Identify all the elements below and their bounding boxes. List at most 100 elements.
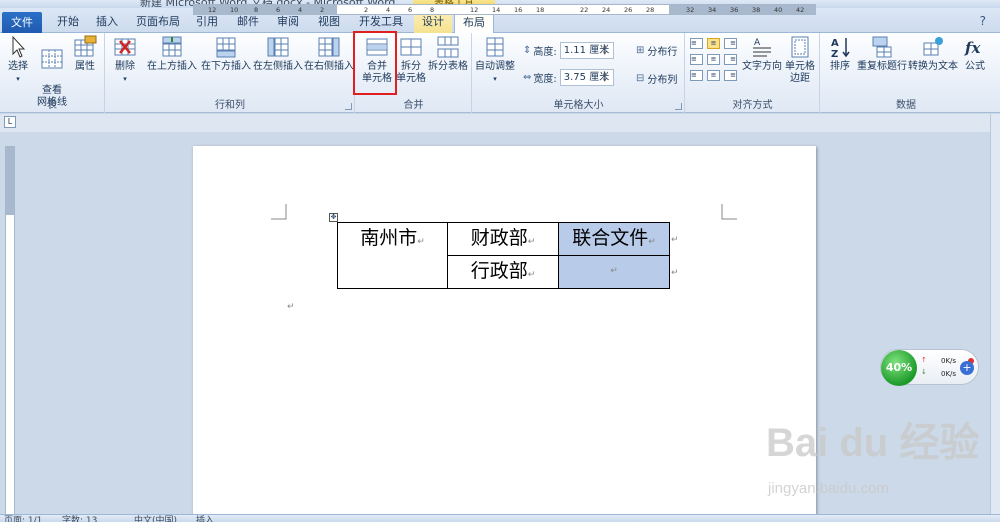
delete-button[interactable]: 删除 ▾ xyxy=(110,35,140,85)
merge-cells-highlight xyxy=(353,31,397,95)
upload-arrow-icon: ↑ xyxy=(921,356,927,364)
row-end-mark: ↵ xyxy=(671,235,679,245)
select-button[interactable]: 选择 ▾ xyxy=(4,35,32,85)
convert-to-text-button[interactable]: 转换为文本 xyxy=(907,35,959,73)
ribbon: 选择 ▾ 查看 网格线 属性 表 删除 ▾ 在上方插入 在下方插入 在左侧插入 … xyxy=(0,33,1000,113)
baidu-watermark: Bai du 经验 xyxy=(766,421,980,465)
download-arrow-icon: ↓ xyxy=(921,368,927,376)
repeat-header-icon xyxy=(872,36,892,58)
align-bottom-left-icon[interactable]: ≡ xyxy=(690,70,703,81)
delete-table-icon xyxy=(114,38,136,56)
table-cell-r1c3[interactable]: 联合文件↵ xyxy=(558,222,670,256)
cell-margins-button[interactable]: 单元格 边距 xyxy=(782,35,818,85)
convert-to-text-icon xyxy=(923,37,943,56)
tab-file[interactable]: 文件 xyxy=(2,12,42,33)
ruler-area xyxy=(0,114,1000,132)
insert-row-below-icon xyxy=(216,37,236,58)
formula-fx-icon: fx xyxy=(964,39,981,57)
align-middle-center-icon[interactable]: ≡ xyxy=(707,54,720,65)
svg-text:A: A xyxy=(754,38,761,48)
tab-home[interactable]: 开始 xyxy=(52,11,84,33)
tab-page-layout[interactable]: 页面布局 xyxy=(132,11,184,33)
row-height-icon: ⇕ xyxy=(523,45,532,56)
tab-selector[interactable]: L xyxy=(4,116,16,128)
group-label-table: 表 xyxy=(47,100,57,111)
speed-widget-expand-button[interactable]: + xyxy=(960,361,974,375)
split-table-icon xyxy=(437,36,459,58)
split-cells-button[interactable]: 拆分 单元格 xyxy=(396,35,426,85)
document-table: 南州市↵ 财政部↵ 联合文件↵ 行政部↵ ↵ xyxy=(337,222,670,289)
status-mode[interactable]: 插入 xyxy=(196,513,214,522)
align-middle-right-icon[interactable]: ≡ xyxy=(724,54,737,65)
status-words[interactable]: 字数: 13 xyxy=(62,513,97,522)
row-height-input[interactable]: 1.11 厘米 xyxy=(559,42,614,59)
column-width-input[interactable]: 3.75 厘米 xyxy=(559,69,614,86)
speed-percent: 40% xyxy=(881,350,917,386)
svg-text:Z: Z xyxy=(831,49,838,59)
table-cell-r1c1[interactable]: 南州市↵ xyxy=(337,222,448,289)
cursor-arrow-icon xyxy=(12,35,26,58)
cell-size-dialog-launcher[interactable] xyxy=(675,103,682,110)
document-page[interactable]: ✥ 南州市↵ 财政部↵ 联合文件↵ 行政部↵ ↵ ↵ ↵ ↵ xyxy=(193,146,816,522)
autofit-icon xyxy=(486,37,504,57)
group-label-rows-cols: 行和列 xyxy=(215,100,245,111)
insert-column-left-icon xyxy=(267,37,289,57)
distribute-cols-icon: ⊟ xyxy=(636,73,645,84)
align-top-left-icon[interactable]: ≡ xyxy=(690,38,703,49)
repeat-header-rows-button[interactable]: 重复标题行 xyxy=(857,35,907,73)
status-page[interactable]: 页面: 1/1 xyxy=(4,513,42,522)
align-bottom-right-icon[interactable]: ≡ xyxy=(724,70,737,81)
vertical-ruler[interactable] xyxy=(5,146,15,516)
insert-row-above-icon xyxy=(162,36,182,57)
distribute-rows-icon: ⊞ xyxy=(636,45,645,56)
margin-corner-top-right xyxy=(721,204,737,220)
margin-corner-top-left xyxy=(271,204,287,220)
insert-above-button[interactable]: 在上方插入 xyxy=(146,35,198,73)
distribute-cols-button[interactable]: ⊟ 分布列 xyxy=(636,71,677,86)
column-width-icon: ⇔ xyxy=(523,72,532,83)
group-table: 选择 ▾ 查看 网格线 属性 表 xyxy=(0,33,105,113)
properties-button[interactable]: 属性 xyxy=(70,35,100,73)
insert-left-button[interactable]: 在左侧插入 xyxy=(252,35,304,73)
column-width-control: ⇔ 宽度: 3.75 厘米 xyxy=(523,69,614,86)
svg-text:A: A xyxy=(831,38,839,49)
align-bottom-center-icon[interactable]: ≡ xyxy=(707,70,720,81)
align-top-center-icon[interactable]: ≡ xyxy=(707,38,720,49)
network-speed-widget[interactable]: 40% ↑ ↓ 0K/s 0K/s + xyxy=(880,349,979,386)
table-cell-r2c2[interactable]: 行政部↵ xyxy=(447,255,559,289)
autofit-button[interactable]: 自动调整 ▾ xyxy=(475,35,515,85)
group-label-data: 数据 xyxy=(896,100,916,111)
status-language[interactable]: 中文(中国) xyxy=(134,513,177,522)
tab-insert[interactable]: 插入 xyxy=(90,11,124,33)
align-middle-left-icon[interactable]: ≡ xyxy=(690,54,703,65)
insert-column-right-icon xyxy=(318,37,340,57)
sort-button[interactable]: AZ 排序 xyxy=(825,35,855,73)
align-top-right-icon[interactable]: ≡ xyxy=(724,38,737,49)
table-cell-r1c2[interactable]: 财政部↵ xyxy=(447,222,559,256)
group-rows-cols: 删除 ▾ 在上方插入 在下方插入 在左侧插入 在右侧插入 行和列 xyxy=(106,33,355,113)
table-move-handle[interactable]: ✥ xyxy=(329,213,338,222)
horizontal-ruler[interactable]: 12 10 8 6 4 2 2 4 6 8 12 14 16 18 22 24 … xyxy=(193,4,816,15)
group-cell-size: 自动调整 ▾ ⇕ 高度: 1.11 厘米 ⇔ 宽度: 3.75 厘米 ⊞ 分布行… xyxy=(473,33,685,113)
distribute-rows-button[interactable]: ⊞ 分布行 xyxy=(636,43,677,58)
group-alignment: ≡ ≡ ≡ ≡ ≡ ≡ ≡ ≡ ≡ A 文字方向 单元格 边距 对齐方式 xyxy=(686,33,820,113)
insert-below-button[interactable]: 在下方插入 xyxy=(200,35,252,73)
gridlines-icon xyxy=(41,49,63,69)
alignment-grid: ≡ ≡ ≡ ≡ ≡ ≡ ≡ ≡ ≡ xyxy=(690,38,742,81)
insert-right-button[interactable]: 在右侧插入 xyxy=(304,35,354,73)
table-properties-icon xyxy=(74,35,97,57)
text-direction-icon: A xyxy=(753,38,771,57)
vertical-scrollbar[interactable] xyxy=(990,114,1000,514)
paragraph-mark: ↵ xyxy=(287,302,295,312)
split-table-button[interactable]: 拆分表格 xyxy=(426,35,470,73)
table-cell-r2c3[interactable]: ↵ xyxy=(558,255,670,289)
rows-cols-dialog-launcher[interactable] xyxy=(345,103,352,110)
help-icon[interactable]: ? xyxy=(980,14,994,28)
group-label-alignment: 对齐方式 xyxy=(732,100,773,111)
formula-button[interactable]: fx 公式 xyxy=(961,35,989,73)
baidu-watermark-url: jingyan.baidu.com xyxy=(768,480,889,497)
ribbon-controls[interactable]: ? xyxy=(980,14,994,28)
cell-margins-icon xyxy=(791,36,809,58)
text-direction-button[interactable]: A 文字方向 xyxy=(742,35,782,73)
group-label-merge: 合并 xyxy=(403,100,424,111)
